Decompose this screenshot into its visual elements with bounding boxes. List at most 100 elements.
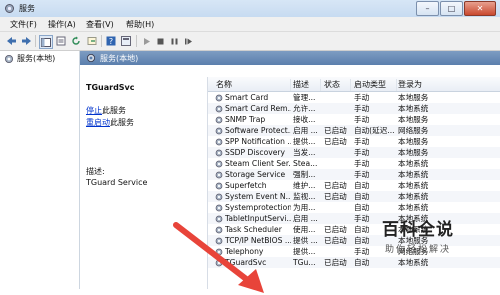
table-row[interactable]: Storage Service 强制... 手动 本地系统 xyxy=(208,169,500,180)
pane-title: 服务(本地) xyxy=(100,54,139,63)
table-row[interactable]: Smart Card 管理... 手动 本地服务 xyxy=(208,92,500,103)
selected-service-name: TGuardSvc xyxy=(86,83,135,92)
watermark-subtitle: 助你轻松解决 xyxy=(384,245,451,255)
cell-description: 为用... xyxy=(293,203,316,212)
cell-name: Software Protect... xyxy=(225,126,291,135)
stop-service-suffix: 此服务 xyxy=(102,106,126,115)
column-log-on-as[interactable]: 登录为 xyxy=(398,79,448,91)
maximize-button[interactable]: □ xyxy=(440,1,463,16)
column-header-row: 名称 描述 状态 启动类型 登录为 xyxy=(208,77,500,92)
table-row[interactable]: System Event N... 监视... 已启动 自动 本地系统 xyxy=(208,191,500,202)
play-icon[interactable] xyxy=(140,35,152,47)
cell-startup-type: 自动 xyxy=(354,192,370,201)
cell-description: 提供... xyxy=(293,137,316,146)
service-gear-icon xyxy=(215,160,223,168)
export-icon[interactable] xyxy=(86,35,98,47)
table-row[interactable]: SSDP Discovery 当发... 手动 本地服务 xyxy=(208,147,500,158)
cell-status: 已启动 xyxy=(324,192,347,201)
table-row[interactable]: SPP Notification ... 提供... 已启动 手动 本地服务 xyxy=(208,136,500,147)
cell-status: 已启动 xyxy=(324,225,347,234)
cell-description: 维护... xyxy=(293,181,316,190)
minimize-button[interactable]: – xyxy=(416,1,439,16)
table-row[interactable]: Systemprotection 为用... 自动 本地系统 xyxy=(208,202,500,213)
svg-text:?: ? xyxy=(109,37,113,46)
cell-description: 提供... xyxy=(293,247,316,256)
cell-startup-type: 自动(延迟... xyxy=(354,126,395,135)
cell-startup-type: 手动 xyxy=(354,170,370,179)
service-gear-icon xyxy=(215,193,223,201)
description-text: TGuard Service xyxy=(86,178,148,187)
back-icon[interactable] xyxy=(5,35,17,47)
cell-description: 接收... xyxy=(293,115,316,124)
cell-status: 已启动 xyxy=(324,236,347,245)
cell-name: Smart Card Rem... xyxy=(225,104,291,113)
restart-service-suffix: 此服务 xyxy=(110,118,134,127)
cell-description: TGu... xyxy=(293,258,316,267)
pane-header: 服务(本地) xyxy=(80,51,500,65)
help-icon[interactable]: ? xyxy=(105,35,117,47)
cell-name: SPP Notification ... xyxy=(225,137,291,146)
cell-name: Storage Service xyxy=(225,170,286,179)
column-description[interactable]: 描述 xyxy=(293,79,321,91)
menu-action[interactable]: 操作(A) xyxy=(48,19,76,30)
cell-name: System Event N... xyxy=(225,192,291,201)
restart-service-row: 重启动此服务 xyxy=(86,117,134,128)
tree-item-services-local[interactable]: 服务(本地) xyxy=(4,53,55,64)
cell-description: 启用 ... xyxy=(293,214,318,223)
cell-log-on-as: 本地服务 xyxy=(398,93,429,102)
cell-log-on-as: 本地服务 xyxy=(398,137,429,146)
console-tree: 服务(本地) xyxy=(0,51,80,289)
service-gear-icon xyxy=(215,116,223,124)
menu-file[interactable]: 文件(F) xyxy=(10,19,37,30)
cell-status: 已启动 xyxy=(324,181,347,190)
restart-service-link[interactable]: 重启动 xyxy=(86,118,110,127)
services-gear-icon xyxy=(5,4,14,13)
cell-description: Stea... xyxy=(293,159,318,168)
service-gear-icon xyxy=(215,171,223,179)
refresh-icon[interactable] xyxy=(70,35,82,47)
menu-help[interactable]: 帮助(H) xyxy=(126,19,154,30)
restart-icon[interactable] xyxy=(182,35,194,47)
console-tree-icon[interactable] xyxy=(39,35,53,49)
watermark-logo: 百科全说 xyxy=(382,220,454,240)
cell-name: Systemprotection xyxy=(225,203,291,212)
red-arrow-annotation xyxy=(173,222,264,293)
stop-icon[interactable] xyxy=(154,35,166,47)
menu-view[interactable]: 查看(V) xyxy=(86,19,114,30)
cell-status: 已启动 xyxy=(324,137,347,146)
close-button[interactable]: ✕ xyxy=(464,1,496,16)
stop-service-link[interactable]: 停止 xyxy=(86,106,102,115)
cell-description: 当发... xyxy=(293,148,316,157)
column-name[interactable]: 名称 xyxy=(216,79,291,91)
table-row[interactable]: Steam Client Ser... Stea... 手动 本地系统 xyxy=(208,158,500,169)
table-row[interactable]: Superfetch 维护... 已启动 自动 本地系统 xyxy=(208,180,500,191)
properties-icon[interactable] xyxy=(55,35,67,47)
column-status[interactable]: 状态 xyxy=(324,79,351,91)
column-startup-type[interactable]: 启动类型 xyxy=(354,79,397,91)
service-gear-icon xyxy=(215,204,223,212)
service-gear-icon xyxy=(215,94,223,102)
cell-description: 强制... xyxy=(293,170,316,179)
cell-log-on-as: 本地系统 xyxy=(398,192,429,201)
cell-log-on-as: 本地系统 xyxy=(398,159,429,168)
view-icon[interactable] xyxy=(120,35,132,47)
services-gear-icon xyxy=(5,54,13,63)
cell-log-on-as: 本地系统 xyxy=(398,104,429,113)
service-gear-icon xyxy=(215,127,223,135)
table-row[interactable]: SNMP Trap 接收... 手动 本地服务 xyxy=(208,114,500,125)
table-row[interactable]: Software Protect... 启用 ... 已启动 自动(延迟... 网络服务 xyxy=(208,125,500,136)
cell-startup-type: 自动 xyxy=(354,181,370,190)
service-gear-icon xyxy=(215,138,223,146)
table-row[interactable]: Smart Card Rem... 允许... 手动 本地系统 xyxy=(208,103,500,114)
cell-log-on-as: 本地系统 xyxy=(398,170,429,179)
cell-log-on-as: 本地服务 xyxy=(398,115,429,124)
cell-startup-type: 手动 xyxy=(354,115,370,124)
cell-status: 已启动 xyxy=(324,126,347,135)
menu-bar: 文件(F) 操作(A) 查看(V) 帮助(H) xyxy=(0,17,500,32)
cell-description: 管理... xyxy=(293,93,316,102)
forward-icon[interactable] xyxy=(20,35,32,47)
cell-name: SNMP Trap xyxy=(225,115,266,124)
pause-icon[interactable] xyxy=(168,35,180,47)
cell-log-on-as: 网络服务 xyxy=(398,126,429,135)
stop-service-row: 停止此服务 xyxy=(86,105,126,116)
